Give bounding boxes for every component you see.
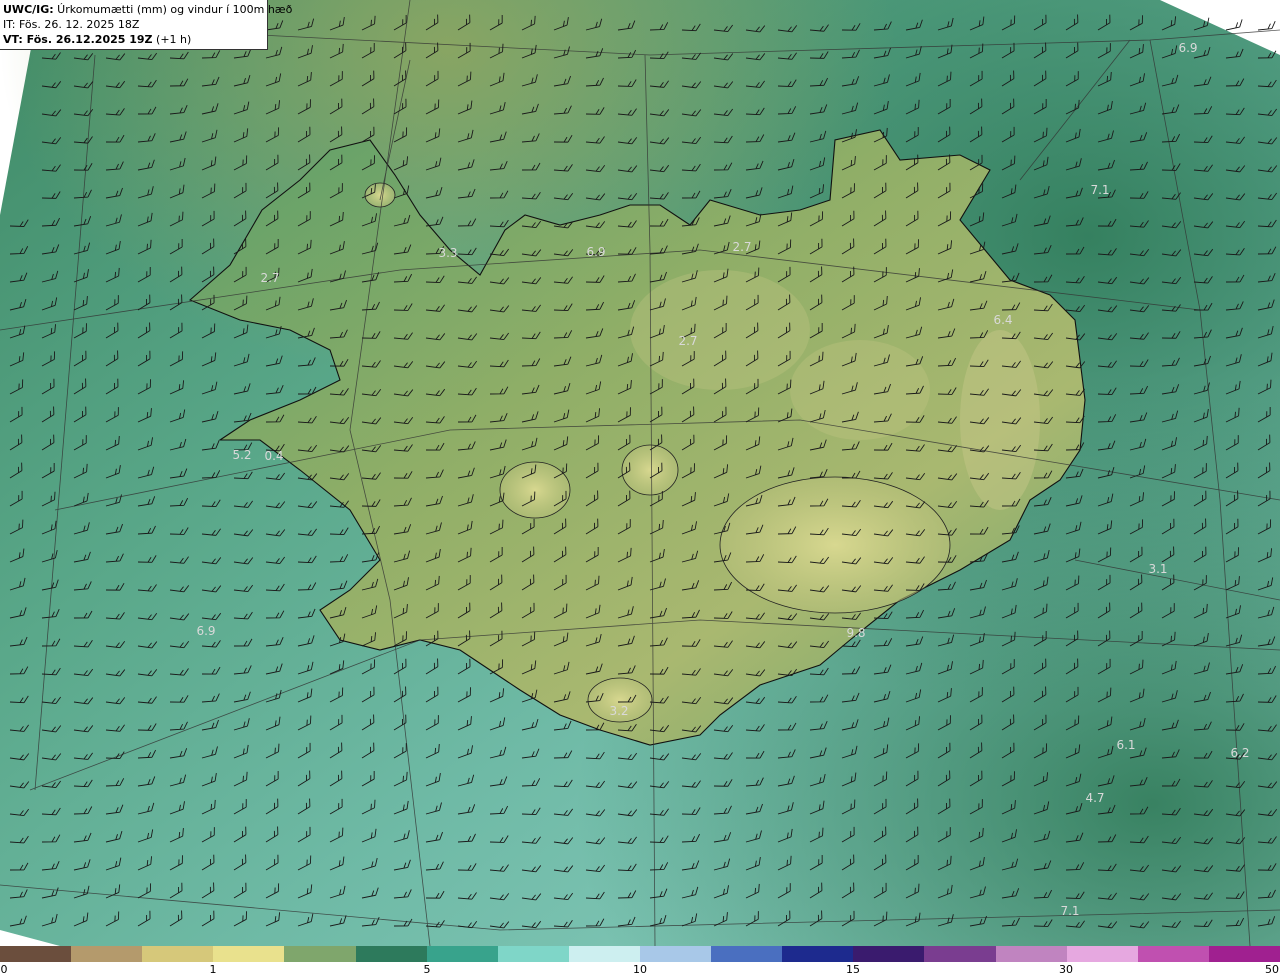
colorbar-segment [284, 946, 356, 962]
colorbar-segment [0, 946, 72, 962]
value-label: 7.1 [1060, 904, 1080, 918]
colorbar-tick-label: 50 [1265, 963, 1279, 976]
value-label: 6.4 [993, 313, 1013, 327]
glacier-hofsjokull [621, 444, 679, 496]
value-label: 3.2 [609, 704, 629, 718]
value-label: 6.2 [1230, 746, 1250, 760]
value-label: 5.2 [232, 448, 252, 462]
issue-time: IT: Fös. 26. 12. 2025 18Z [3, 18, 140, 31]
value-label: 6.1 [1116, 738, 1136, 752]
value-label: 2.7 [260, 271, 280, 285]
value-label: 2.7 [678, 334, 698, 348]
colorbar-segment [497, 946, 569, 962]
value-label: 6.9 [1178, 41, 1198, 55]
colorbar-tick-label: 15 [846, 963, 860, 976]
valid-time-line: VT: Fös. 26.12.2025 19Z (+1 h) [3, 32, 264, 47]
colorbar-segment [924, 946, 996, 962]
valid-time: VT: Fös. 26.12.2025 19Z [3, 33, 153, 46]
forecast-map: UWC/IG: Úrkomumætti (mm) og vindur í 100… [0, 0, 1280, 978]
colorbar-segment [782, 946, 854, 962]
colorbar-segment [568, 946, 640, 962]
colorbar-segment [1208, 946, 1280, 962]
colorbar-tick-label: 5 [423, 963, 431, 976]
colorbar-segment [995, 946, 1067, 962]
value-label: 7.1 [1090, 183, 1110, 197]
value-label: 3.3 [438, 246, 458, 260]
glacier-vatnajokull [719, 476, 951, 614]
value-label: 9.8 [846, 626, 866, 640]
colorbar-segment [142, 946, 214, 962]
colorbar-segment [1137, 946, 1209, 962]
colorbar-segment [1066, 946, 1138, 962]
colorbar-segment [426, 946, 498, 962]
colorbar-tick-label: 1 [209, 963, 217, 976]
colorbar-segment [711, 946, 783, 962]
colorbar-tick-label: 30 [1059, 963, 1073, 976]
value-label: 2.7 [732, 240, 752, 254]
value-label: 0.4 [264, 449, 284, 463]
colorbar-segment [355, 946, 427, 962]
valid-offset: (+1 h) [152, 33, 192, 46]
colorbar-segment [213, 946, 285, 962]
colorbar-segment [639, 946, 712, 962]
value-label: 6.9 [196, 624, 216, 638]
colorbar-segment [853, 946, 925, 962]
title-line: UWC/IG: Úrkomumætti (mm) og vindur í 100… [3, 2, 292, 17]
colorbar-tick-label: 10 [633, 963, 647, 976]
map-info-box: UWC/IG: Úrkomumætti (mm) og vindur í 100… [0, 0, 292, 50]
map-title: Úrkomumætti (mm) og vindur í 100m hæð [53, 3, 293, 16]
value-label: 3.1 [1148, 562, 1168, 576]
value-label: 6.9 [586, 245, 606, 259]
colorbar-tick-label: 0 [0, 963, 8, 976]
colorbar-ticks: 0 1 5 10 15 30 50 [0, 962, 1280, 978]
precip-colorbar [0, 946, 1280, 962]
colorbar-segment [71, 946, 143, 962]
model-label: UWC/IG: [3, 3, 54, 16]
value-label: 4.7 [1085, 791, 1105, 805]
